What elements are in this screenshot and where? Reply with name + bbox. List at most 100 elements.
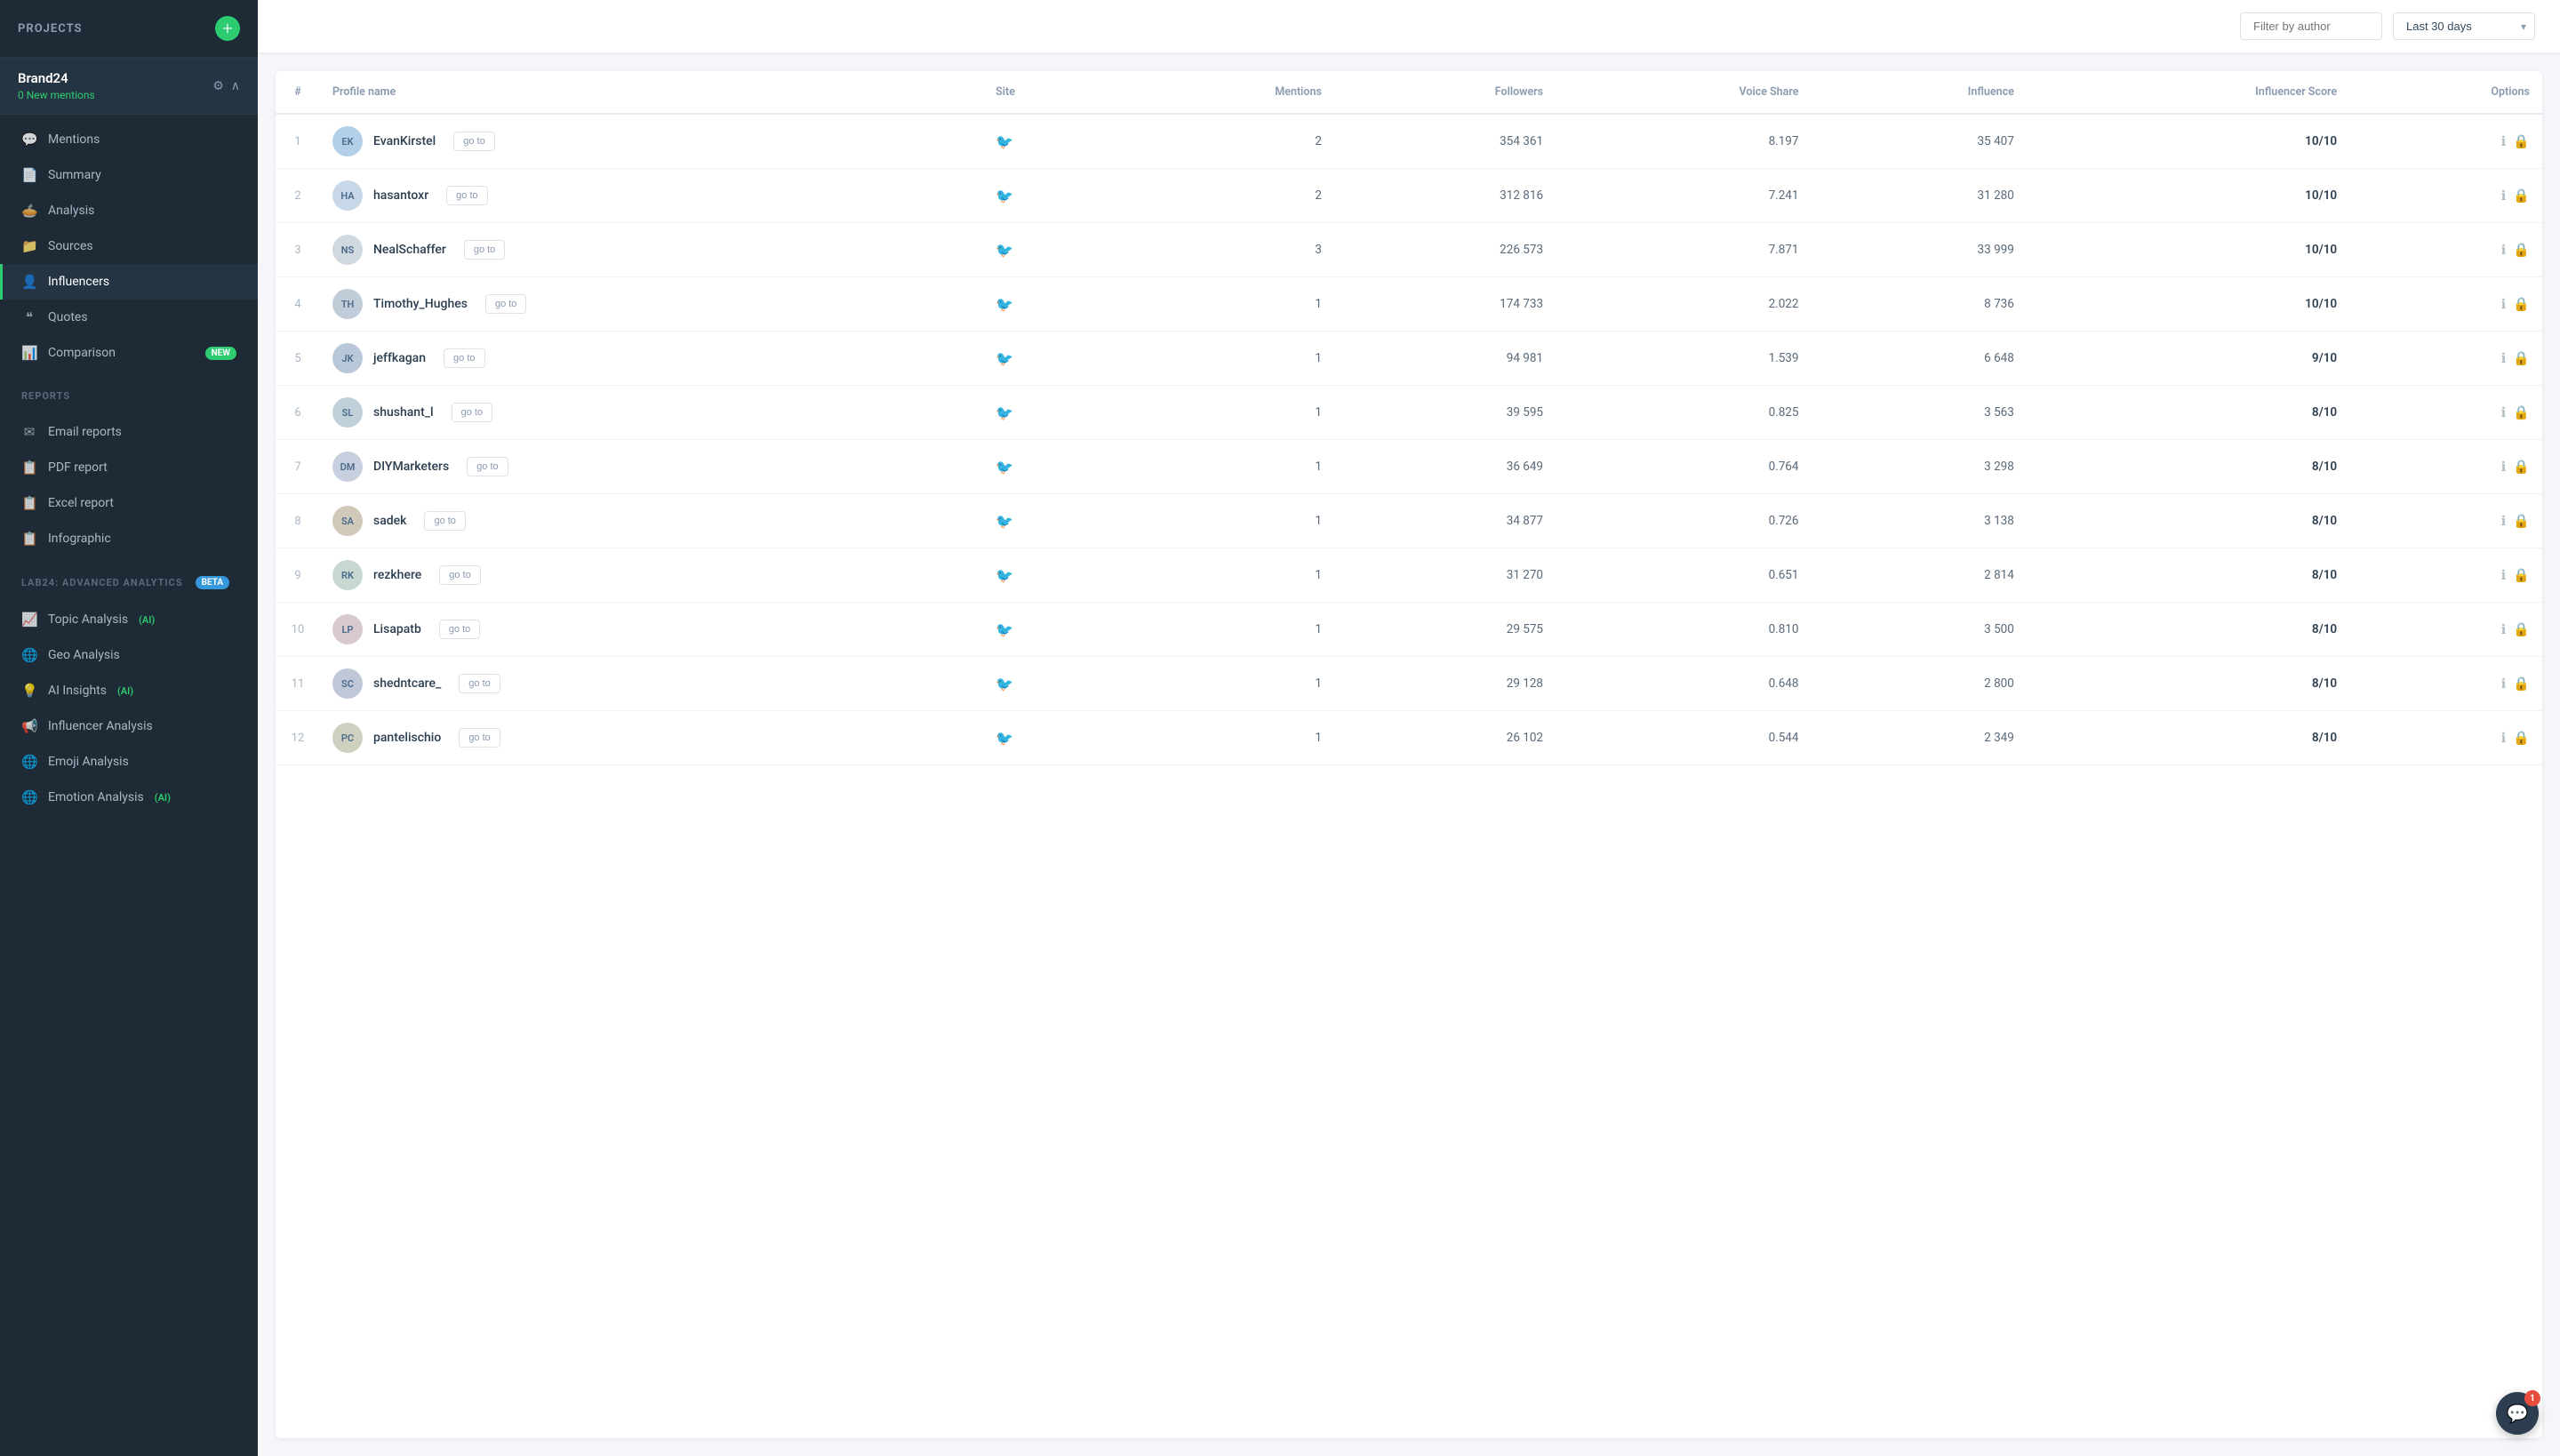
lock-icon[interactable]: 🔒 [2513, 133, 2530, 149]
date-range-wrapper: Last 30 days Last 7 days Last 90 days Cu… [2393, 12, 2535, 40]
avatar-initials: RK [341, 570, 354, 581]
go-to-button[interactable]: go to [485, 294, 526, 314]
go-to-button[interactable]: go to [459, 674, 500, 693]
table-row: 3 NS NealSchaffer go to 🐦 3 226 573 7.87… [276, 223, 2542, 277]
go-to-button[interactable]: go to [439, 565, 480, 585]
settings-icon[interactable]: ⚙ [212, 79, 224, 93]
influencers-table: # Profile name Site Mentions Followers V… [276, 71, 2542, 765]
cell-profile: TH Timothy_Hughes go to [320, 277, 983, 332]
sidebar-item-summary[interactable]: 📄 Summary [0, 157, 258, 193]
ai-insights-badge: (AI) [117, 685, 133, 697]
info-icon[interactable]: ℹ [2501, 676, 2507, 692]
brand-actions: ⚙ ∧ [212, 79, 240, 93]
mentions-icon: 💬 [21, 132, 37, 148]
cell-site: 🐦 [983, 277, 1117, 332]
topic-ai-badge: (AI) [139, 614, 155, 626]
profile-name: DIYMarketers [373, 460, 449, 474]
chat-badge: 1 [2524, 1390, 2540, 1406]
lock-icon[interactable]: 🔒 [2513, 296, 2530, 312]
profile-name: jeffkagan [373, 351, 426, 365]
main-nav: 💬 Mentions 📄 Summary 🥧 Analysis 📁 Source… [0, 115, 258, 378]
col-site: Site [983, 71, 1117, 114]
sidebar-item-quotes[interactable]: ❝ Quotes [0, 300, 258, 335]
col-mentions: Mentions [1117, 71, 1334, 114]
excel-icon: 📋 [21, 495, 37, 511]
go-to-button[interactable]: go to [453, 132, 494, 151]
info-icon[interactable]: ℹ [2501, 188, 2507, 204]
sidebar-item-sources[interactable]: 📁 Sources [0, 228, 258, 264]
go-to-button[interactable]: go to [424, 511, 465, 531]
lock-icon[interactable]: 🔒 [2513, 621, 2530, 637]
sidebar-item-emotion-analysis[interactable]: 🌐 Emotion Analysis (AI) [0, 780, 258, 815]
twitter-icon: 🐦 [996, 242, 1013, 259]
sidebar-item-emoji-analysis[interactable]: 🌐 Emoji Analysis [0, 744, 258, 780]
lock-icon[interactable]: 🔒 [2513, 404, 2530, 420]
go-to-button[interactable]: go to [459, 728, 500, 748]
sidebar-item-ai-insights[interactable]: 💡 AI Insights (AI) [0, 673, 258, 708]
lock-icon[interactable]: 🔒 [2513, 242, 2530, 258]
info-icon[interactable]: ℹ [2501, 567, 2507, 583]
profile-name: sadek [373, 514, 406, 528]
twitter-icon: 🐦 [996, 350, 1013, 367]
info-icon[interactable]: ℹ [2501, 459, 2507, 475]
add-project-button[interactable]: + [215, 16, 240, 41]
chat-bubble[interactable]: 💬 1 [2496, 1392, 2539, 1435]
go-to-button[interactable]: go to [464, 240, 505, 260]
lock-icon[interactable]: 🔒 [2513, 567, 2530, 583]
info-icon[interactable]: ℹ [2501, 730, 2507, 746]
info-icon[interactable]: ℹ [2501, 296, 2507, 312]
date-range-select[interactable]: Last 30 days Last 7 days Last 90 days Cu… [2393, 12, 2535, 40]
sidebar-item-topic-analysis[interactable]: 📈 Topic Analysis (AI) [0, 602, 258, 637]
lock-icon[interactable]: 🔒 [2513, 350, 2530, 366]
sidebar-item-analysis[interactable]: 🥧 Analysis [0, 193, 258, 228]
avatar: EK [332, 126, 363, 156]
excel-report-label: Excel report [48, 496, 114, 510]
cell-rank: 6 [276, 386, 320, 440]
emotion-analysis-label: Emotion Analysis [48, 790, 144, 804]
info-icon[interactable]: ℹ [2501, 133, 2507, 149]
go-to-button[interactable]: go to [444, 348, 484, 368]
info-icon[interactable]: ℹ [2501, 350, 2507, 366]
filter-author-input[interactable] [2240, 12, 2382, 40]
avatar-initials: JK [341, 353, 353, 364]
info-icon[interactable]: ℹ [2501, 242, 2507, 258]
lock-icon[interactable]: 🔒 [2513, 188, 2530, 204]
lock-icon[interactable]: 🔒 [2513, 513, 2530, 529]
lock-icon[interactable]: 🔒 [2513, 459, 2530, 475]
go-to-button[interactable]: go to [439, 620, 480, 639]
info-icon[interactable]: ℹ [2501, 513, 2507, 529]
sidebar-item-excel-report[interactable]: 📋 Excel report [0, 485, 258, 521]
collapse-icon[interactable]: ∧ [231, 79, 240, 93]
analysis-icon: 🥧 [21, 203, 37, 219]
go-to-button[interactable]: go to [446, 186, 487, 205]
cell-influence: 2 814 [1811, 548, 2026, 603]
table-header: # Profile name Site Mentions Followers V… [276, 71, 2542, 114]
go-to-button[interactable]: go to [467, 457, 508, 476]
cell-site: 🐦 [983, 386, 1117, 440]
cell-site: 🐦 [983, 494, 1117, 548]
info-icon[interactable]: ℹ [2501, 621, 2507, 637]
influencer-analysis-label: Influencer Analysis [48, 719, 153, 733]
sidebar-item-influencers[interactable]: 👤 Influencers [0, 264, 258, 300]
sidebar-item-infographic[interactable]: 📋 Infographic [0, 521, 258, 556]
lab-nav: 📈 Topic Analysis (AI) 🌐 Geo Analysis 💡 A… [0, 595, 258, 822]
sidebar-item-email-reports[interactable]: ✉ Email reports [0, 414, 258, 450]
sidebar-item-geo-analysis[interactable]: 🌐 Geo Analysis [0, 637, 258, 673]
table-row: 4 TH Timothy_Hughes go to 🐦 1 174 733 2.… [276, 277, 2542, 332]
topic-analysis-icon: 📈 [21, 612, 37, 628]
avatar-initials: HA [340, 190, 354, 202]
lock-icon[interactable]: 🔒 [2513, 676, 2530, 692]
sidebar-item-comparison[interactable]: 📊 Comparison NEW [0, 335, 258, 371]
avatar-initials: TH [341, 299, 355, 310]
sidebar-item-influencer-analysis[interactable]: 📢 Influencer Analysis [0, 708, 258, 744]
sidebar-item-pdf-report[interactable]: 📋 PDF report [0, 450, 258, 485]
summary-label: Summary [48, 168, 101, 182]
sidebar-item-mentions[interactable]: 💬 Mentions [0, 122, 258, 157]
lock-icon[interactable]: 🔒 [2513, 730, 2530, 746]
col-profile: Profile name [320, 71, 983, 114]
info-icon[interactable]: ℹ [2501, 404, 2507, 420]
avatar-initials: NS [341, 244, 355, 256]
go-to-button[interactable]: go to [452, 403, 492, 422]
cell-score: 10/10 [2027, 169, 2349, 223]
cell-followers: 354 361 [1334, 114, 1556, 169]
